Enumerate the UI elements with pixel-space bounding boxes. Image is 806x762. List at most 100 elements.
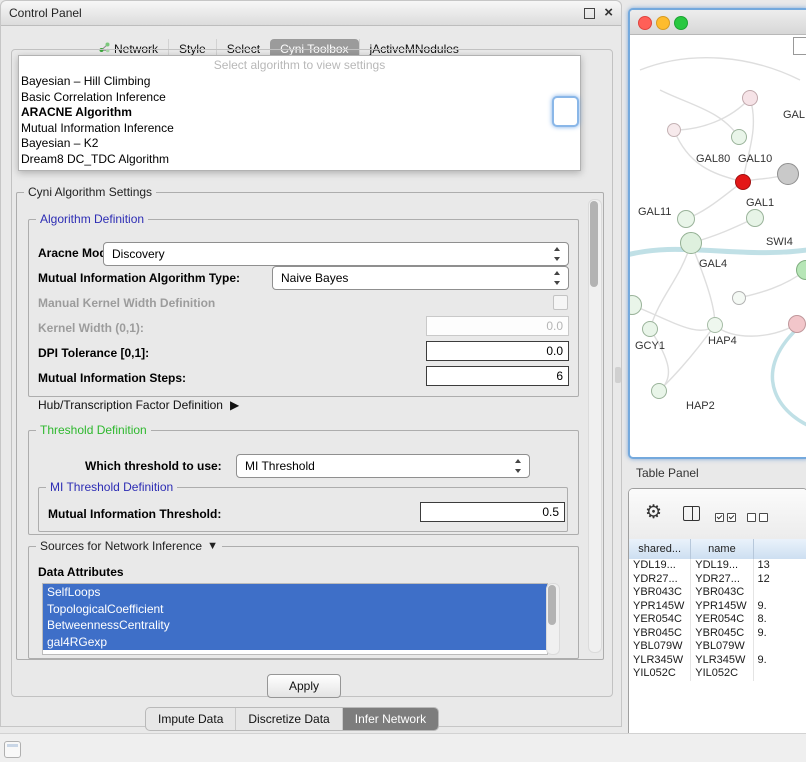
graph-node[interactable]: [680, 232, 702, 254]
mi-type-select[interactable]: Naive Bayes: [272, 266, 569, 290]
restore-panel-icon[interactable]: [4, 741, 21, 758]
table-cell: YER054C: [691, 613, 753, 627]
algorithm-option-basic-correlation-inference[interactable]: Basic Correlation Inference: [19, 90, 580, 106]
which-threshold-select[interactable]: MI Threshold: [236, 454, 530, 478]
column-header-extra[interactable]: [754, 539, 806, 559]
panel-splitter-handle[interactable]: [615, 367, 621, 383]
hub-definition-expander[interactable]: Hub/Transcription Factor Definition ▶: [38, 398, 239, 412]
table-panel-label: Table Panel: [636, 466, 699, 480]
algorithm-option-bayesian-hill-climbing[interactable]: Bayesian – Hill Climbing: [19, 74, 580, 90]
mi-steps-field[interactable]: [426, 366, 569, 386]
attributes-scrollbar[interactable]: [546, 583, 560, 655]
attributes-scrollbar-thumb[interactable]: [548, 585, 556, 625]
table-cell: YPR145W: [691, 600, 753, 614]
table-cell: [754, 586, 806, 600]
close-icon[interactable]: ×: [604, 4, 613, 21]
network-view-window[interactable]: GALGAL80GAL10GAL11GAL1SWI4GAL4GCY1HAP4HA…: [628, 8, 806, 459]
mi-type-value: Naive Bayes: [281, 271, 348, 285]
gear-icon[interactable]: ⚙: [645, 501, 662, 524]
aracne-mode-select[interactable]: Discovery: [103, 242, 569, 266]
graph-node[interactable]: [651, 383, 667, 399]
algorithm-combo-button[interactable]: [552, 96, 579, 127]
graph-node[interactable]: [667, 123, 681, 137]
algorithm-option-aracne-algorithm[interactable]: ARACNE Algorithm: [19, 105, 580, 121]
graph-node-label-gal4: GAL4: [699, 258, 727, 270]
graph-node[interactable]: [746, 209, 764, 227]
graph-node[interactable]: [735, 174, 751, 190]
settings-scrollbar[interactable]: [588, 199, 602, 653]
algorithm-option-dream8-dc-tdc-algorithm[interactable]: Dream8 DC_TDC Algorithm: [19, 152, 580, 168]
tab-infer-network[interactable]: Infer Network: [342, 708, 438, 730]
graph-node[interactable]: [731, 129, 747, 145]
float-icon[interactable]: [584, 8, 595, 19]
algorithm-definition-title: Algorithm Definition: [36, 212, 148, 226]
graph-node-label-swi4: SWI4: [766, 236, 793, 248]
table-header-row: shared...name: [629, 539, 806, 560]
table-row[interactable]: YDL19...YDL19...13: [629, 559, 806, 573]
which-threshold-label: Which threshold to use:: [85, 459, 222, 473]
select-all-icon[interactable]: [715, 509, 739, 527]
table-cell: YBL079W: [691, 640, 753, 654]
table-row[interactable]: YBL079WYBL079W: [629, 640, 806, 654]
attribute-item-betweennesscentrality[interactable]: BetweennessCentrality: [43, 617, 547, 634]
graph-node[interactable]: [707, 317, 723, 333]
column-header-shared[interactable]: shared...: [629, 539, 691, 559]
graph-node[interactable]: [742, 90, 758, 106]
graph-node[interactable]: [642, 321, 658, 337]
table-row[interactable]: YBR045CYBR045C9.: [629, 627, 806, 641]
table-cell: [754, 640, 806, 654]
table-cell: [754, 667, 806, 681]
algorithm-dropdown-popup: Select algorithm to view settings Bayesi…: [18, 55, 581, 171]
attribute-item-selfloops[interactable]: SelfLoops: [43, 584, 547, 601]
attribute-item-gal4rgexp[interactable]: gal4RGexp: [43, 634, 547, 651]
control-panel-titlebar[interactable]: Control Panel ×: [1, 1, 621, 26]
table-cell: YIL052C: [691, 667, 753, 681]
mac-minimize-icon[interactable]: [656, 16, 670, 30]
table-cell: 9.: [754, 654, 806, 668]
which-threshold-value: MI Threshold: [245, 459, 315, 473]
manual-kernel-checkbox[interactable]: [553, 295, 568, 310]
table-cell: YER054C: [629, 613, 691, 627]
network-window-titlebar[interactable]: [630, 10, 806, 35]
mac-zoom-icon[interactable]: [674, 16, 688, 30]
table-cell: 12: [754, 573, 806, 587]
sources-group-title[interactable]: Sources for Network Inference ▼: [36, 539, 222, 553]
table-row[interactable]: YIL052CYIL052C: [629, 667, 806, 681]
deselect-all-icon[interactable]: [747, 509, 771, 527]
table-cell: 13: [754, 559, 806, 573]
graph-node-label-gal1: GAL1: [746, 197, 774, 209]
table-row[interactable]: YDR27...YDR27...12: [629, 573, 806, 587]
table-row[interactable]: YBR043CYBR043C: [629, 586, 806, 600]
table-row[interactable]: YER054CYER054C8.: [629, 613, 806, 627]
table-cell: YBR045C: [629, 627, 691, 641]
table-cell: YBR045C: [691, 627, 753, 641]
apply-button[interactable]: Apply: [267, 674, 341, 698]
mi-threshold-title: MI Threshold Definition: [46, 480, 177, 494]
tab-discretize-data[interactable]: Discretize Data: [235, 708, 341, 730]
graph-node-label-gcy1: GCY1: [635, 340, 665, 352]
dpi-tolerance-field[interactable]: [426, 341, 569, 361]
column-header-name[interactable]: name: [691, 539, 753, 559]
algorithm-option-mutual-information-inference[interactable]: Mutual Information Inference: [19, 121, 580, 137]
graph-node[interactable]: [788, 315, 806, 333]
graph-node[interactable]: [732, 291, 746, 305]
table-row[interactable]: YPR145WYPR145W9.: [629, 600, 806, 614]
algorithm-option-bayesian-k2[interactable]: Bayesian – K2: [19, 136, 580, 152]
mi-type-label: Mutual Information Algorithm Type:: [38, 271, 240, 285]
table-row[interactable]: YLR345WYLR345W9.: [629, 654, 806, 668]
mi-threshold-label: Mutual Information Threshold:: [48, 507, 221, 521]
kernel-width-field[interactable]: [426, 316, 569, 336]
graph-node[interactable]: [777, 163, 799, 185]
attribute-item-topologicalcoefficient[interactable]: TopologicalCoefficient: [43, 601, 547, 618]
columns-icon[interactable]: [683, 506, 700, 521]
birdseye-toggle[interactable]: [793, 37, 806, 55]
settings-group-title: Cyni Algorithm Settings: [24, 185, 156, 199]
table-cell: 9.: [754, 627, 806, 641]
tab-impute-data[interactable]: Impute Data: [146, 708, 235, 730]
mi-threshold-field[interactable]: [420, 502, 565, 522]
settings-scrollbar-thumb[interactable]: [590, 201, 598, 287]
mac-close-icon[interactable]: [638, 16, 652, 30]
graph-node[interactable]: [677, 210, 695, 228]
sources-title-label: Sources for Network Inference: [40, 539, 202, 553]
data-attributes-list[interactable]: SelfLoopsTopologicalCoefficientBetweenne…: [42, 583, 548, 655]
